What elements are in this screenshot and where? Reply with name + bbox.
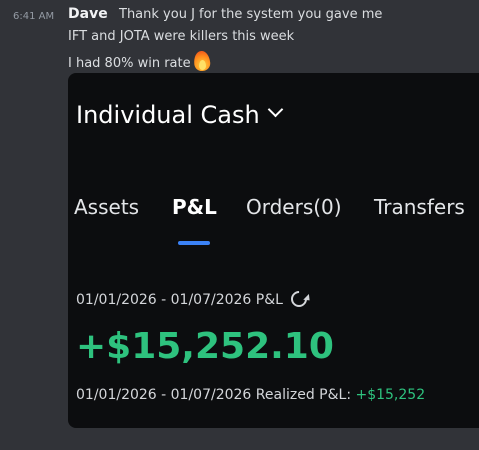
realized-label: 01/01/2026 - 01/07/2026 Realized P&L: <box>76 387 352 403</box>
message-line-1: Thank you J for the system you gave me <box>119 7 383 22</box>
chat-message: 6:41 AM Dave Thank you J for the system … <box>0 0 479 450</box>
fire-icon <box>192 50 211 72</box>
message-line-3: I had 80% win rate <box>68 50 211 72</box>
period-row: 01/01/2026 - 01/07/2026 P&L <box>76 287 311 311</box>
account-title: Individual Cash <box>76 101 260 129</box>
tab-assets[interactable]: Assets <box>74 195 139 219</box>
tab-transfers[interactable]: Transfers <box>374 195 465 219</box>
screenshot-attachment[interactable]: Individual Cash Assets P&L Orders(0) Tra… <box>68 73 479 428</box>
account-selector[interactable]: Individual Cash <box>76 101 283 129</box>
realized-value: +$15,252 <box>355 387 426 403</box>
message-timestamp: 6:41 AM <box>13 11 55 22</box>
tab-pl[interactable]: P&L <box>172 195 217 219</box>
message-line-2: IFT and JOTA were killers this week <box>68 29 295 44</box>
refresh-icon[interactable] <box>287 287 311 311</box>
realized-row: 01/01/2026 - 01/07/2026 Realized P&L: +$… <box>76 387 425 403</box>
chevron-down-icon <box>267 101 283 118</box>
message-line-3-text: I had 80% win rate <box>68 56 191 71</box>
pnl-value: +$15,252.10 <box>76 326 334 367</box>
message-author[interactable]: Dave <box>68 6 108 22</box>
period-label: 01/01/2026 - 01/07/2026 P&L <box>76 292 283 308</box>
tab-orders[interactable]: Orders(0) <box>246 195 342 219</box>
active-tab-indicator <box>178 241 210 245</box>
